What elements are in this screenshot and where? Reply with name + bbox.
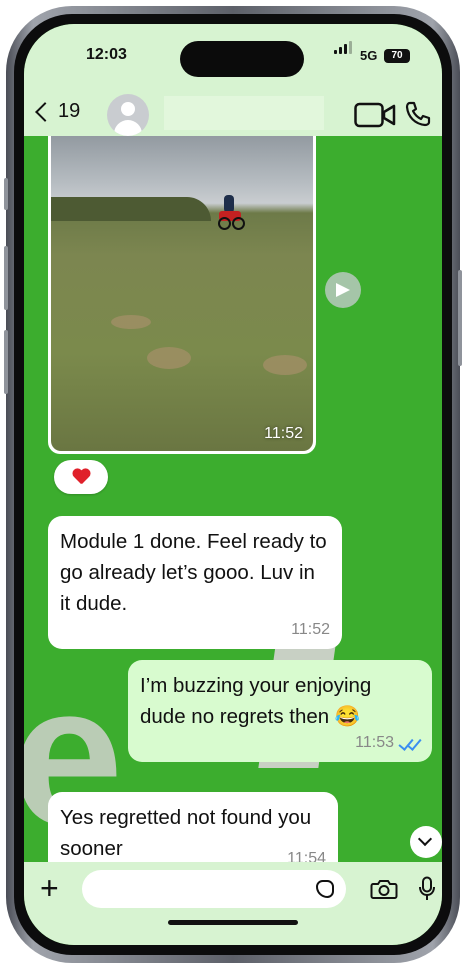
avatar-body — [114, 120, 142, 136]
heart-icon — [72, 469, 90, 485]
action-button — [4, 178, 8, 210]
forward-icon[interactable] — [325, 272, 361, 308]
read-ticks-icon — [398, 735, 422, 751]
outgoing-message[interactable]: I’m buzzing your enjoying dude no regret… — [128, 660, 432, 762]
volume-down-button — [4, 330, 8, 394]
message-meta: 11:52 — [60, 621, 330, 639]
camera-icon[interactable] — [370, 878, 398, 900]
message-time: 11:52 — [291, 621, 330, 638]
network-type: 5G — [360, 48, 378, 63]
contact-name[interactable] — [164, 96, 324, 130]
avatar[interactable] — [107, 94, 149, 136]
photo-dirt-patch — [111, 315, 151, 329]
power-button — [458, 270, 462, 366]
photo-hill — [51, 197, 211, 221]
plus-icon[interactable]: + — [40, 872, 59, 904]
message-meta: 11:53 — [140, 734, 422, 752]
battery-level: 70 — [391, 50, 403, 61]
image-message[interactable]: 11:52 — [48, 136, 316, 454]
volume-up-button — [4, 246, 8, 310]
home-indicator — [168, 920, 298, 925]
message-text: Module 1 done. Feel ready to go already … — [60, 530, 327, 615]
photo-dirt-patch — [263, 355, 307, 375]
unread-count: 19 — [58, 100, 81, 122]
message-time: 11:53 — [355, 734, 394, 751]
bike-wheel — [218, 217, 231, 230]
avatar-head — [121, 102, 135, 116]
battery-icon: 70 — [384, 49, 410, 63]
incoming-message[interactable]: Yes regretted not found you sooner 11:54 — [48, 792, 338, 862]
chat-area[interactable]: e 11:52 Module 1 done. Feel ready to go … — [24, 136, 442, 862]
back-button[interactable]: 19 — [35, 100, 81, 123]
dynamic-island — [180, 41, 304, 77]
microphone-icon[interactable] — [418, 876, 436, 902]
message-input[interactable] — [82, 870, 346, 908]
image-timestamp: 11:52 — [264, 425, 303, 442]
chat-header: 19 — [24, 90, 442, 136]
incoming-message[interactable]: Module 1 done. Feel ready to go already … — [48, 516, 342, 649]
back-chevron-icon — [35, 101, 55, 122]
video-call-icon[interactable] — [354, 102, 396, 128]
reaction-badge[interactable] — [54, 460, 108, 494]
message-text: I’m buzzing your enjoying dude no regret… — [140, 674, 372, 728]
status-time: 12:03 — [86, 46, 127, 63]
scroll-down-icon[interactable] — [410, 826, 442, 858]
input-bar: + — [24, 862, 442, 945]
message-time: 11:54 — [287, 850, 326, 862]
status-bar: 12:03 5G 70 — [24, 24, 442, 90]
photo-dirt-patch — [147, 347, 191, 369]
motorbike-photo: 11:52 — [51, 136, 313, 451]
bike-wheel — [232, 217, 245, 230]
phone-call-icon[interactable] — [404, 100, 432, 128]
screen: 12:03 5G 70 19 e 11:52 Module 1 done. Fe… — [24, 24, 442, 945]
